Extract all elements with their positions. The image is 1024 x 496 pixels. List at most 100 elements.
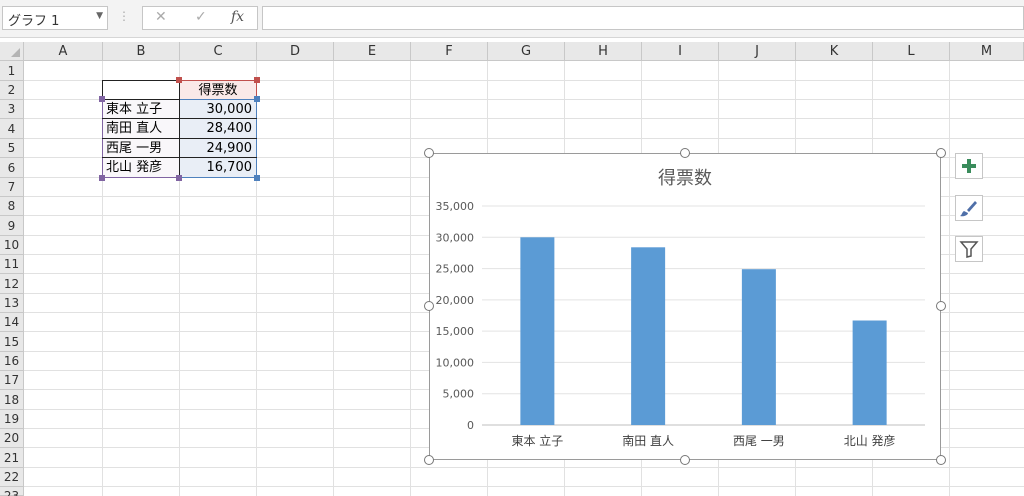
chart-resize-handle[interactable] — [936, 301, 946, 311]
chart-bar[interactable] — [520, 237, 555, 425]
column-header-d[interactable]: D — [257, 42, 334, 61]
column-header-g[interactable]: G — [488, 42, 565, 61]
row-header-9[interactable]: 9 — [0, 216, 24, 236]
series-name-range-handle[interactable] — [254, 77, 260, 83]
chart-resize-handle[interactable] — [424, 455, 434, 465]
row-header-7[interactable]: 7 — [0, 178, 24, 197]
cell-c3[interactable]: 30,000 — [180, 100, 256, 119]
enter-icon[interactable]: ✓ — [195, 9, 207, 25]
chart-resize-handle[interactable] — [424, 148, 434, 158]
category-range-handle[interactable] — [176, 175, 182, 181]
cell-c2[interactable]: 得票数 — [180, 81, 256, 100]
row-header-8[interactable]: 8 — [0, 197, 24, 216]
y-tick-label: 30,000 — [436, 231, 475, 244]
series-name-range-handle[interactable] — [176, 77, 182, 83]
select-all-triangle-icon — [11, 48, 20, 57]
column-header-f[interactable]: F — [411, 42, 488, 61]
chart-title[interactable]: 得票数 — [658, 168, 712, 189]
brush-icon — [960, 201, 977, 217]
chart-resize-handle[interactable] — [424, 301, 434, 311]
row-header-11[interactable]: 11 — [0, 255, 24, 274]
x-tick-label: 西尾 一男 — [733, 434, 785, 448]
name-box-value: グラフ 1 — [8, 14, 60, 29]
x-tick-label: 東本 立子 — [511, 433, 563, 448]
column-header-e[interactable]: E — [334, 42, 411, 61]
column-header-k[interactable]: K — [796, 42, 873, 61]
y-tick-label: 5,000 — [443, 388, 475, 401]
category-range-handle[interactable] — [99, 175, 105, 181]
chart-elements-plus-icon — [962, 159, 976, 173]
column-header-l[interactable]: L — [873, 42, 950, 61]
y-tick-label: 0 — [467, 419, 474, 432]
column-header-h[interactable]: H — [565, 42, 642, 61]
chart-resize-handle[interactable] — [936, 148, 946, 158]
row-header-4[interactable]: 4 — [0, 119, 24, 139]
chart[interactable]: 得票数 0 5,000 10,000 15,000 20,000 25,000 30,000… — [429, 153, 941, 460]
formula-buttons: ✕ ✓ fx — [142, 6, 258, 30]
formula-input[interactable] — [262, 6, 1024, 30]
row-header-22[interactable]: 22 — [0, 468, 24, 487]
row-header-21[interactable]: 21 — [0, 448, 24, 468]
chart-elements-button[interactable] — [955, 153, 983, 179]
row-header-6[interactable]: 6 — [0, 158, 24, 178]
formula-bar-grip-icon: ⋮ — [118, 9, 130, 23]
row-header-17[interactable]: 17 — [0, 371, 24, 390]
chart-bar[interactable] — [631, 247, 666, 425]
row-header-5[interactable]: 5 — [0, 139, 24, 158]
chart-filters-button[interactable] — [955, 236, 983, 262]
row-header-13[interactable]: 13 — [0, 294, 24, 313]
excel-window: グラフ 1 ▼ ⋮ ✕ ✓ fx A B C D E F G H I J K L… — [0, 0, 1024, 496]
cell-c4[interactable]: 28,400 — [180, 119, 256, 138]
cancel-icon[interactable]: ✕ — [155, 9, 167, 25]
row-header-10[interactable]: 10 — [0, 236, 24, 255]
column-header-a[interactable]: A — [24, 42, 103, 61]
row-header-14[interactable]: 14 — [0, 313, 24, 332]
insert-function-icon[interactable]: fx — [231, 9, 244, 25]
chart-resize-handle[interactable] — [936, 455, 946, 465]
y-axis-labels: 0 5,000 10,000 15,000 20,000 25,000 30,000 35,0… — [436, 200, 475, 432]
row-header-16[interactable]: 16 — [0, 352, 24, 371]
row-header-15[interactable]: 15 — [0, 332, 24, 352]
chart-resize-handle[interactable] — [680, 148, 690, 158]
cell-b2[interactable] — [102, 80, 180, 100]
cell-b3[interactable]: 東本 立子 — [104, 100, 179, 119]
row-header-20[interactable]: 20 — [0, 429, 24, 448]
chart-svg: 得票数 0 5,000 10,000 15,000 20,000 25,000 30,000… — [436, 168, 925, 448]
values-range-handle[interactable] — [254, 96, 260, 102]
x-tick-label: 南田 直人 — [622, 433, 674, 448]
column-header-j[interactable]: J — [719, 42, 796, 61]
y-tick-label: 35,000 — [436, 200, 475, 213]
column-header-m[interactable]: M — [950, 42, 1024, 61]
cell-b4[interactable]: 南田 直人 — [104, 119, 179, 138]
column-header-b[interactable]: B — [103, 42, 180, 61]
row-header-19[interactable]: 19 — [0, 410, 24, 429]
row-header-23[interactable]: 23 — [0, 487, 24, 496]
name-box[interactable]: グラフ 1 ▼ — [2, 6, 108, 30]
column-header-i[interactable]: I — [642, 42, 719, 61]
gridline — [949, 61, 950, 496]
chart-styles-button[interactable] — [955, 195, 983, 221]
cell-b6[interactable]: 北山 発彦 — [104, 158, 179, 177]
category-range-handle[interactable] — [99, 96, 105, 102]
cell-b5[interactable]: 西尾 一男 — [104, 139, 179, 158]
select-all-corner[interactable] — [0, 42, 24, 61]
gridline — [24, 467, 1024, 468]
row-header-2[interactable]: 2 — [0, 81, 24, 100]
chart-bar[interactable] — [852, 320, 887, 425]
row-header-18[interactable]: 18 — [0, 390, 24, 410]
y-tick-label: 25,000 — [436, 263, 475, 276]
row-header-12[interactable]: 12 — [0, 274, 24, 294]
chevron-down-icon[interactable]: ▼ — [96, 11, 103, 21]
chart-resize-handle[interactable] — [680, 455, 690, 465]
row-header-3[interactable]: 3 — [0, 100, 24, 119]
row-header-1[interactable]: 1 — [0, 61, 24, 81]
column-header-c[interactable]: C — [180, 42, 257, 61]
gridline — [333, 61, 334, 496]
cell-c6[interactable]: 16,700 — [180, 158, 256, 177]
gridline — [410, 61, 411, 496]
x-axis-labels: 東本 立子 南田 直人 西尾 一男 北山 発彦 — [511, 433, 895, 448]
gridline — [24, 486, 1024, 487]
cell-c5[interactable]: 24,900 — [180, 139, 256, 158]
values-range-handle[interactable] — [254, 175, 260, 181]
chart-bar[interactable] — [741, 269, 776, 425]
